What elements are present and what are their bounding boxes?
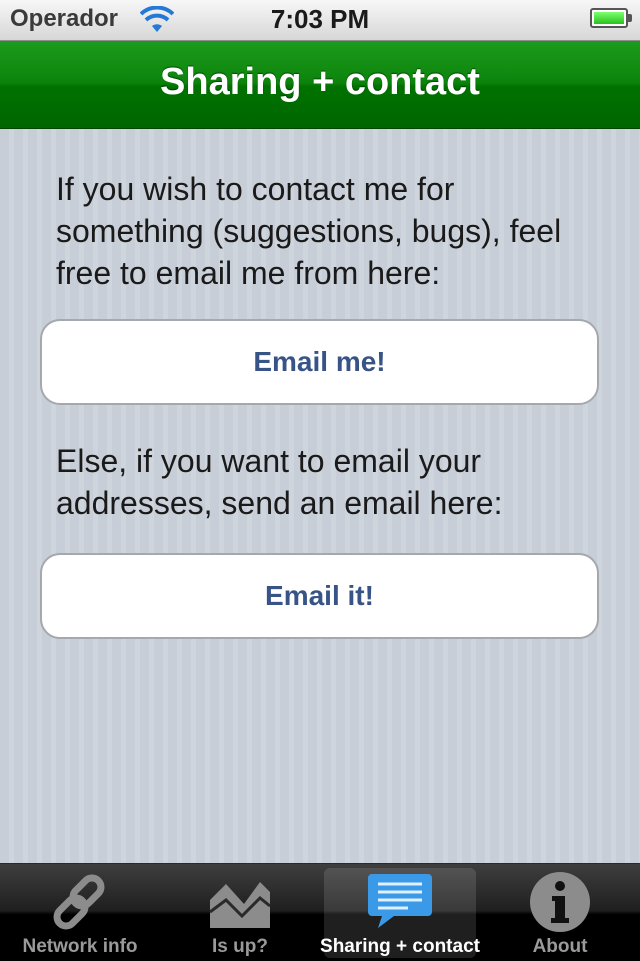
- battery-icon: [590, 8, 632, 28]
- status-time: 7:03 PM: [270, 4, 370, 34]
- email-it-button-label: Email it!: [265, 580, 374, 611]
- tab-label: Is up?: [212, 936, 268, 957]
- email-addresses-instructions-text: Else, if you want to email your addresse…: [56, 443, 503, 521]
- tab-label: Network info: [22, 936, 138, 957]
- tab-label: About: [532, 936, 588, 957]
- status-bar: Operador 7:03 PM: [0, 0, 640, 41]
- area-chart-icon: [209, 882, 271, 928]
- tab-network-info[interactable]: Network info: [0, 864, 160, 961]
- speech-bubble-icon: [368, 874, 432, 928]
- email-me-button-label: Email me!: [253, 346, 386, 377]
- chain-link-icon: [53, 874, 105, 930]
- email-it-button[interactable]: Email it!: [40, 553, 599, 639]
- tab-about[interactable]: About: [480, 864, 640, 961]
- info-icon: [530, 872, 590, 932]
- tab-sharing-contact[interactable]: Sharing + contact: [320, 864, 480, 961]
- navigation-bar: Sharing + contact: [0, 41, 640, 129]
- email-me-button[interactable]: Email me!: [40, 319, 599, 405]
- tab-is-up[interactable]: Is up?: [160, 864, 320, 961]
- tab-label: Sharing + contact: [320, 936, 480, 957]
- tab-bar: Network info Is up? Sharing + contact Ab: [0, 863, 640, 961]
- contact-instructions-text: If you wish to contact me for something …: [56, 171, 562, 291]
- page-title: Sharing + contact: [160, 61, 480, 103]
